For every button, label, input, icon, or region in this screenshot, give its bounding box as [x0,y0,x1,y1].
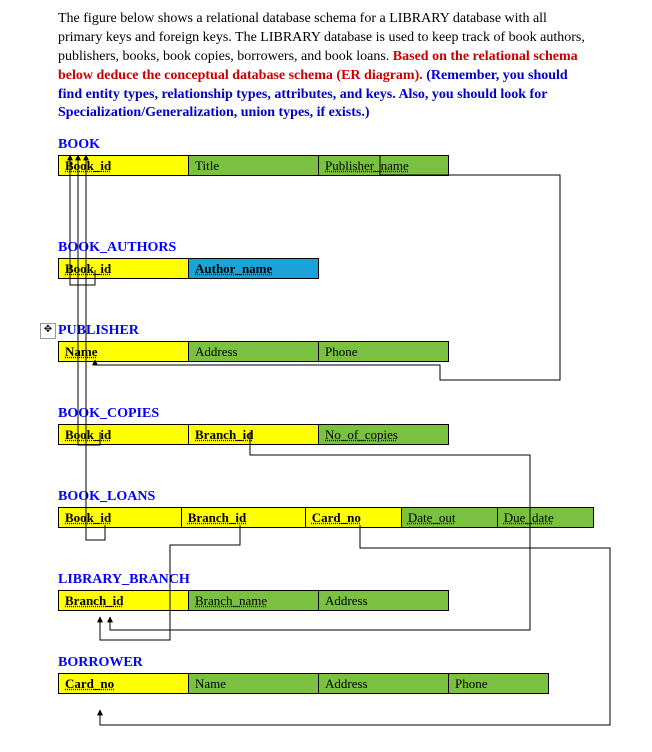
table-book: Book_id Title Publisher_name [58,155,449,176]
table-borrower: Card_no Name Address Phone [58,673,549,694]
table-book-copies: Book_id Branch_id No_of_copies [58,424,449,445]
col-bl-branch-id: Branch_id [181,508,305,528]
table-title-borrower: BORROWER [58,655,594,671]
col-publisher-name: Publisher_name [319,156,449,176]
table-title-book-loans: BOOK_LOANS [58,489,594,505]
col-br-phone: Phone [449,674,549,694]
col-lb-branch-id: Branch_id [59,591,189,611]
col-bc-branch-id: Branch_id [189,425,319,445]
intro-paragraph: The figure below shows a relational data… [58,10,594,123]
page: The figure below shows a relational data… [0,0,652,752]
table-title-book-authors: BOOK_AUTHORS [58,240,594,256]
col-title: Title [189,156,319,176]
table-title-book-copies: BOOK_COPIES [58,406,594,422]
table-library-branch: Branch_id Branch_name Address [58,590,449,611]
col-bl-date-out: Date_out [401,508,497,528]
col-pub-name: Name [59,342,189,362]
col-bc-no-copies: No_of_copies [319,425,449,445]
table-book-authors: Book_id Author_name [58,258,319,279]
col-br-card-no: Card_no [59,674,189,694]
col-ba-book-id: Book_id [59,259,189,279]
col-lb-branch-name: Branch_name [189,591,319,611]
table-book-loans: Book_id Branch_id Card_no Date_out Due_d… [58,507,594,528]
col-ba-author-name: Author_name [189,259,319,279]
col-bl-card-no: Card_no [305,508,401,528]
move-handle-icon[interactable]: ✥ [40,323,56,339]
col-bl-due-date: Due_date [497,508,593,528]
col-br-address: Address [319,674,449,694]
col-bc-book-id: Book_id [59,425,189,445]
col-lb-address: Address [319,591,449,611]
table-title-book: BOOK [58,137,594,153]
col-book-id: Book_id [59,156,189,176]
table-publisher: Name Address Phone [58,341,449,362]
table-title-library-branch: LIBRARY_BRANCH [58,572,594,588]
col-br-name: Name [189,674,319,694]
col-bl-book-id: Book_id [59,508,182,528]
col-pub-address: Address [189,342,319,362]
col-pub-phone: Phone [319,342,449,362]
table-title-publisher: PUBLISHER [58,323,594,339]
